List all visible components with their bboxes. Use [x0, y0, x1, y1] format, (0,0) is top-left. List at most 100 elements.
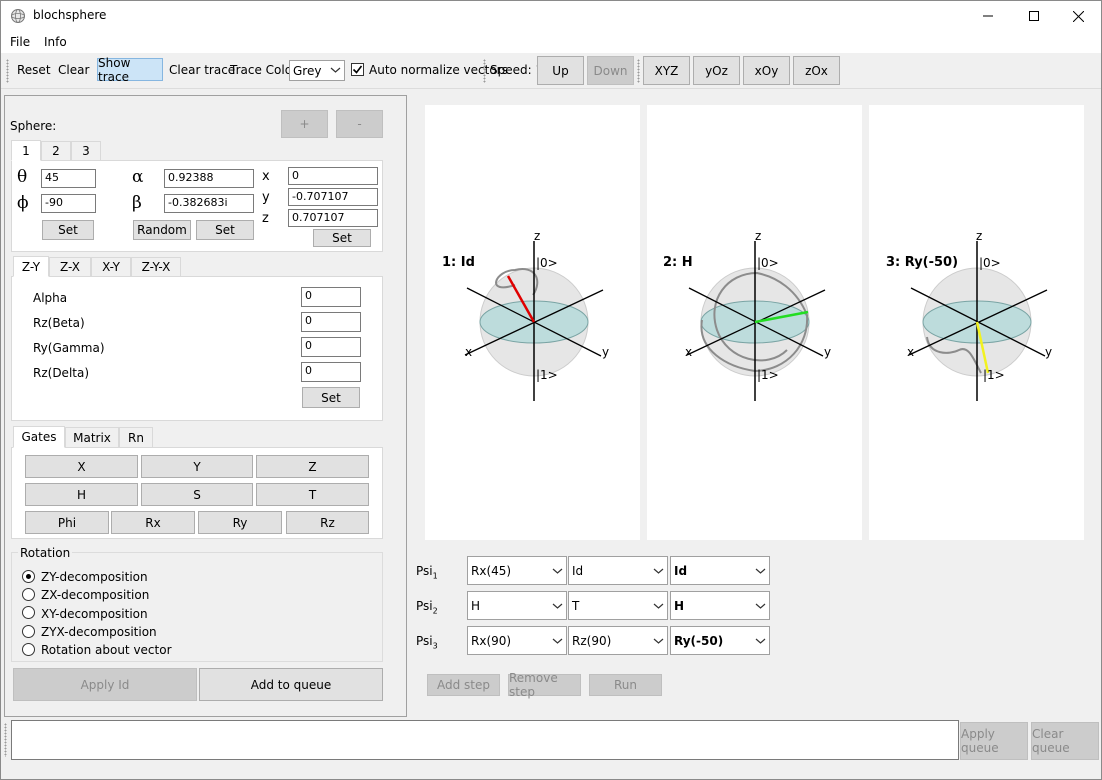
- psi-1-op-2-select[interactable]: Id: [568, 556, 668, 585]
- tab-x-y[interactable]: X-Y: [91, 257, 131, 277]
- alpha-symbol: α: [132, 167, 144, 187]
- view-xyz-button[interactable]: XYZ: [643, 56, 690, 85]
- clear-queue-button[interactable]: Clear queue: [1031, 722, 1099, 760]
- view-zox-button[interactable]: zOx: [793, 56, 840, 85]
- tab-sphere-3[interactable]: 3: [71, 141, 101, 161]
- set-amplitudes-button[interactable]: Set: [196, 220, 254, 240]
- rz-delta-field-input[interactable]: 0: [301, 362, 361, 382]
- auto-normalize-checkbox[interactable]: [351, 63, 364, 76]
- gate-phi-button[interactable]: Phi: [25, 511, 109, 534]
- tab-rn[interactable]: Rn: [119, 427, 153, 448]
- tab-sphere-1[interactable]: 1: [11, 140, 41, 161]
- view-yoz-label: yOz: [705, 63, 728, 78]
- phi-input[interactable]: -90: [41, 194, 96, 213]
- sphere-3-x-axis-label: x: [907, 345, 915, 359]
- toolbar-grip-2[interactable]: [483, 59, 486, 83]
- psi-1-name: Psi: [416, 564, 433, 578]
- apply-gate-label: Apply Id: [80, 677, 130, 692]
- radio-xy-decomposition[interactable]: [22, 606, 35, 619]
- tab-sphere-3-label: 3: [82, 144, 90, 158]
- sphere-3-y-axis-label: y: [1045, 345, 1053, 359]
- tab-z-x[interactable]: Z-X: [49, 257, 91, 277]
- radio-zyx-decomposition[interactable]: [22, 625, 35, 638]
- view-xoy-label: xOy: [754, 63, 779, 78]
- psi-3-op-1-select[interactable]: Rx(90): [467, 626, 567, 655]
- radio-zy-decomposition[interactable]: [22, 570, 35, 583]
- maximize-button[interactable]: [1011, 1, 1057, 31]
- speed-up-button[interactable]: Up: [537, 56, 584, 85]
- alpha-input[interactable]: 0.92388: [164, 169, 254, 188]
- add-sphere-label: +: [299, 117, 310, 131]
- toolbar-grip[interactable]: [6, 59, 9, 83]
- show-trace-toggle[interactable]: Show trace: [97, 56, 163, 84]
- clear-button[interactable]: Clear: [58, 63, 89, 77]
- z-label: z: [262, 211, 269, 226]
- alpha-field-input[interactable]: 0: [301, 287, 361, 307]
- z-input[interactable]: 0.707107: [288, 209, 378, 227]
- clear-trace-button[interactable]: Clear trace: [169, 63, 235, 77]
- gate-s-button[interactable]: S: [141, 483, 253, 506]
- psi-1-op-1-select[interactable]: Rx(45): [467, 556, 567, 585]
- psi-2-op-3-select[interactable]: H: [670, 591, 770, 620]
- speed-up-label: Up: [552, 63, 569, 78]
- apply-queue-button[interactable]: Apply queue: [960, 722, 1028, 760]
- set-angles-button[interactable]: Set: [42, 220, 94, 240]
- gate-z-button[interactable]: Z: [256, 455, 369, 478]
- apply-gate-button[interactable]: Apply Id: [13, 668, 197, 701]
- radio-zx-decomposition[interactable]: [22, 588, 35, 601]
- random-button[interactable]: Random: [133, 220, 191, 240]
- gate-rz-label: Rz: [320, 515, 335, 530]
- run-button[interactable]: Run: [589, 674, 662, 696]
- auto-normalize-label: Auto normalize vectors: [369, 63, 508, 77]
- psi-2-op-2-select[interactable]: T: [568, 591, 668, 620]
- sphere-view-2[interactable]: 2: H z |0> |1> y x: [647, 105, 862, 540]
- tab-z-y[interactable]: Z-Y: [13, 256, 49, 277]
- tab-z-y-x[interactable]: Z-Y-X: [131, 257, 181, 277]
- set-decomposition-button[interactable]: Set: [302, 387, 360, 408]
- tab-sphere-2[interactable]: 2: [41, 141, 71, 161]
- gate-x-button[interactable]: X: [25, 455, 138, 478]
- radio-xy-label: XY-decomposition: [41, 607, 148, 621]
- gate-t-button[interactable]: T: [256, 483, 369, 506]
- minimize-button[interactable]: [965, 1, 1011, 31]
- queue-display[interactable]: [11, 720, 959, 760]
- view-xoy-button[interactable]: xOy: [743, 56, 790, 85]
- trace-color-select[interactable]: Grey: [289, 60, 345, 81]
- queue-grip[interactable]: [4, 723, 7, 757]
- psi-1-op-3-select[interactable]: Id: [670, 556, 770, 585]
- menu-info[interactable]: Info: [44, 35, 67, 49]
- close-button[interactable]: [1055, 1, 1101, 31]
- radio-rotation-vector[interactable]: [22, 643, 35, 656]
- apply-queue-label: Apply queue: [961, 727, 999, 755]
- y-input[interactable]: -0.707107: [288, 188, 378, 206]
- add-to-queue-button[interactable]: Add to queue: [199, 668, 383, 701]
- rz-beta-field-input[interactable]: 0: [301, 312, 361, 332]
- set-xyz-button[interactable]: Set: [313, 229, 371, 247]
- psi-2-op-1-select[interactable]: H: [467, 591, 567, 620]
- psi-3-op-2-select[interactable]: Rz(90): [568, 626, 668, 655]
- theta-input[interactable]: 45: [41, 169, 96, 188]
- toolbar-grip-3[interactable]: [637, 59, 640, 83]
- psi-3-op-3-select[interactable]: Ry(-50): [670, 626, 770, 655]
- reset-button[interactable]: Reset: [17, 63, 51, 77]
- gate-rx-button[interactable]: Rx: [111, 511, 195, 534]
- bloch-sphere-1-diagram: [464, 241, 604, 401]
- view-yoz-button[interactable]: yOz: [693, 56, 740, 85]
- gate-h-button[interactable]: H: [25, 483, 138, 506]
- x-input[interactable]: 0: [288, 167, 378, 185]
- speed-down-button[interactable]: Down: [587, 56, 634, 85]
- remove-step-button[interactable]: Remove step: [508, 671, 581, 699]
- ry-gamma-field-input[interactable]: 0: [301, 337, 361, 357]
- add-step-button[interactable]: Add step: [427, 674, 500, 696]
- gate-y-button[interactable]: Y: [141, 455, 253, 478]
- gate-rz-button[interactable]: Rz: [286, 511, 369, 534]
- menu-file[interactable]: File: [10, 35, 30, 49]
- tab-matrix[interactable]: Matrix: [65, 427, 119, 448]
- add-sphere-button[interactable]: +: [281, 110, 328, 138]
- tab-gates[interactable]: Gates: [13, 426, 65, 448]
- beta-input[interactable]: -0.382683i: [164, 194, 254, 213]
- remove-sphere-button[interactable]: -: [336, 110, 383, 138]
- gate-ry-button[interactable]: Ry: [198, 511, 282, 534]
- sphere-view-1[interactable]: 1: Id z |0> |1> y x: [425, 105, 640, 540]
- sphere-view-3[interactable]: 3: Ry(-50) z |0> |1> y x: [869, 105, 1084, 540]
